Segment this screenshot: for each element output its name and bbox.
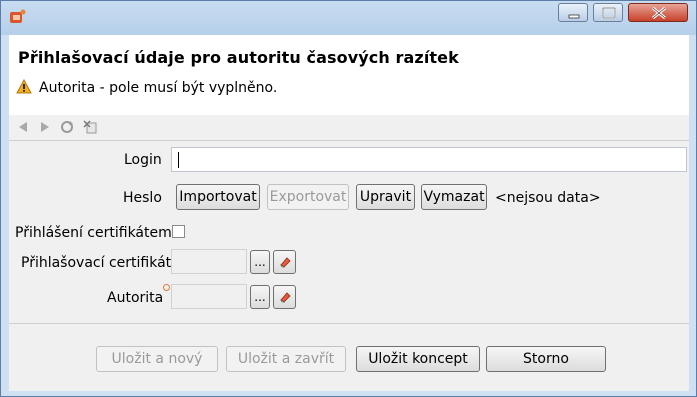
authority-field[interactable] <box>171 284 247 309</box>
forward-icon[interactable] <box>38 120 52 134</box>
dialog-title: Přihlašovací údaje pro autoritu časových… <box>18 48 459 67</box>
text-caret <box>178 152 179 168</box>
authority-label: Autorita <box>107 290 164 306</box>
password-label: Heslo <box>123 190 162 206</box>
dialog-header: Přihlašovací údaje pro autoritu časových… <box>9 35 689 115</box>
cancel-button[interactable]: Storno <box>486 346 606 372</box>
certificate-clear-button[interactable] <box>273 250 296 274</box>
authority-clear-button[interactable] <box>273 285 296 309</box>
warning-message: Autorita - pole musí být vyplněno. <box>39 80 278 96</box>
title-bar[interactable] <box>1 1 696 35</box>
close-icon <box>652 6 666 20</box>
back-icon[interactable] <box>16 120 30 134</box>
minimize-button[interactable] <box>558 3 588 22</box>
maximize-icon <box>602 7 616 19</box>
warning-icon <box>16 79 32 94</box>
login-label: Login <box>124 152 162 168</box>
required-marker-icon <box>163 284 170 291</box>
detach-icon[interactable] <box>83 120 97 134</box>
save-new-button[interactable]: Uložit a nový <box>96 346 218 372</box>
app-icon <box>10 9 26 23</box>
toolbar <box>9 115 689 141</box>
import-button[interactable]: Importovat <box>176 184 260 210</box>
export-button[interactable]: Exportovat <box>267 184 349 210</box>
certificate-browse-button[interactable]: ... <box>250 250 270 274</box>
save-close-button[interactable]: Uložit a zavřít <box>226 346 346 372</box>
footer-separator <box>9 323 689 324</box>
save-draft-button[interactable]: Uložit koncept <box>356 346 480 372</box>
certificate-label: Přihlašovací certifikát <box>21 255 172 271</box>
eraser-icon <box>279 292 291 303</box>
cert-login-label: Přihlášení certifikátem <box>15 225 172 241</box>
refresh-icon[interactable] <box>60 120 74 134</box>
delete-button[interactable]: Vymazat <box>421 184 487 210</box>
dialog-window: Přihlašovací údaje pro autoritu časových… <box>0 0 697 397</box>
login-input[interactable] <box>171 147 687 172</box>
form-area: Login Heslo Importovat Exportovat Upravi… <box>9 115 689 391</box>
maximize-button[interactable] <box>593 3 623 22</box>
certificate-field[interactable] <box>171 249 247 274</box>
eraser-icon <box>279 257 291 268</box>
authority-browse-button[interactable]: ... <box>250 285 270 309</box>
cert-login-checkbox[interactable] <box>172 225 185 238</box>
no-data-text: <nejsou data> <box>495 190 601 206</box>
minimize-icon <box>568 14 580 19</box>
edit-button[interactable]: Upravit <box>356 184 415 210</box>
close-button[interactable] <box>628 3 688 22</box>
